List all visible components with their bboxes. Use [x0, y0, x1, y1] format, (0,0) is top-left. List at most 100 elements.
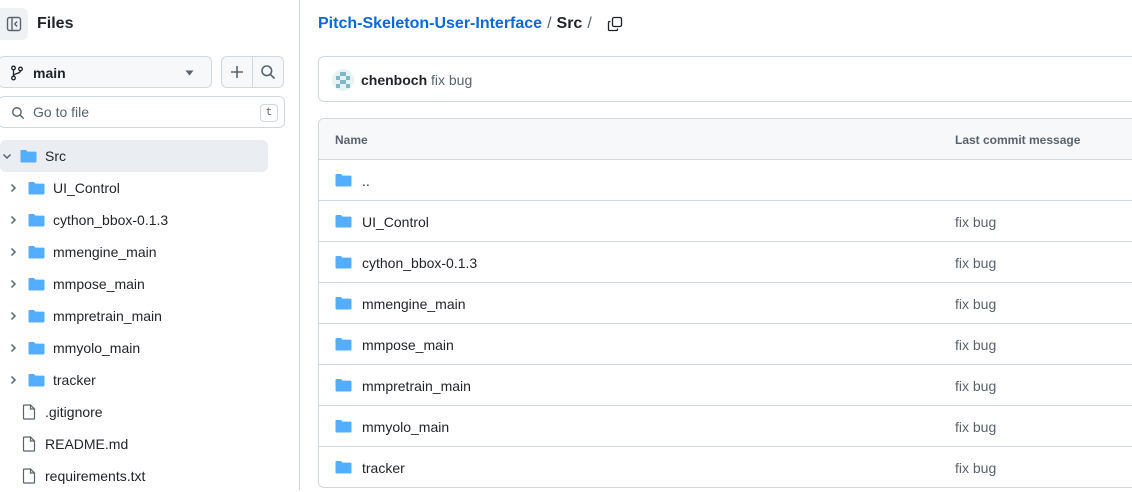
add-file-button[interactable]	[221, 56, 253, 88]
commit-message-link[interactable]: fix bug	[955, 255, 996, 271]
breadcrumb-repo-link[interactable]: Pitch-Skeleton-User-Interface	[318, 15, 542, 33]
latest-commit-box: chenboch fix bug	[318, 56, 1132, 102]
folder-icon	[335, 378, 352, 392]
breadcrumb-separator: /	[587, 15, 592, 32]
file-name-link[interactable]: mmyolo_main	[362, 419, 449, 435]
tree-item-label: mmengine_main	[53, 244, 157, 260]
commit-message-link[interactable]: fix bug	[955, 214, 996, 230]
tree-item-mmyolo-main[interactable]: mmyolo_main	[0, 332, 268, 364]
folder-icon	[28, 213, 45, 227]
chevron-right-icon[interactable]	[7, 214, 19, 226]
tree-item-requirements[interactable]: requirements.txt	[0, 460, 268, 492]
copy-path-button[interactable]	[607, 16, 623, 32]
avatar[interactable]	[332, 69, 354, 91]
chevron-right-icon[interactable]	[7, 278, 19, 290]
breadcrumb-current: Src	[556, 15, 583, 32]
file-tree-sidebar: Files main Go to file t Src UI_Control c…	[0, 0, 300, 490]
folder-icon	[28, 309, 45, 323]
tree-item-label: cython_bbox-0.1.3	[53, 212, 169, 228]
table-row[interactable]: UI_Control fix bug	[319, 201, 1132, 242]
tree-item-label: mmpretrain_main	[53, 308, 162, 324]
tree-item-label: tracker	[53, 372, 96, 388]
search-icon	[260, 64, 276, 80]
go-to-file-field[interactable]: t	[0, 96, 285, 128]
breadcrumb: Pitch-Skeleton-User-Interface / Src /	[318, 15, 623, 33]
column-header-commit-message: Last commit message	[955, 133, 1081, 147]
triangle-down-icon	[185, 70, 194, 76]
tree-item-label: .gitignore	[45, 404, 103, 420]
commit-author-link[interactable]: chenboch	[361, 72, 427, 88]
table-header: Name Last commit message	[319, 119, 1132, 160]
branch-name: main	[33, 65, 66, 81]
breadcrumb-separator: /	[547, 15, 552, 32]
folder-icon	[28, 277, 45, 291]
file-name-link[interactable]: mmpretrain_main	[362, 378, 471, 394]
commit-message-link[interactable]: fix bug	[431, 72, 472, 88]
tree-item-src[interactable]: Src	[0, 140, 268, 172]
tree-item-label: README.md	[45, 436, 129, 452]
go-to-file-input[interactable]	[33, 103, 253, 121]
branch-selector[interactable]: main	[0, 56, 212, 88]
folder-icon	[28, 245, 45, 259]
sidebar-collapse-button[interactable]	[0, 8, 28, 40]
git-branch-icon	[10, 65, 24, 81]
tree-item-mmpose-main[interactable]: mmpose_main	[0, 268, 268, 300]
chevron-right-icon[interactable]	[7, 310, 19, 322]
folder-icon	[28, 373, 45, 387]
folder-icon	[335, 460, 352, 474]
table-row[interactable]: tracker fix bug	[319, 447, 1132, 487]
table-row[interactable]: mmpretrain_main fix bug	[319, 365, 1132, 406]
commit-message-link[interactable]: fix bug	[955, 296, 996, 312]
search-icon	[11, 106, 25, 120]
folder-icon	[335, 337, 352, 351]
file-name-link[interactable]: ..	[362, 173, 370, 189]
tree-item-label: mmyolo_main	[53, 340, 141, 356]
chevron-down-icon[interactable]	[1, 150, 13, 162]
file-name-link[interactable]: cython_bbox-0.1.3	[362, 255, 477, 271]
commit-message-link[interactable]: fix bug	[955, 419, 996, 435]
column-header-name: Name	[335, 133, 368, 147]
folder-icon	[335, 214, 352, 228]
commit-message-link[interactable]: fix bug	[955, 460, 996, 476]
commit-message-link[interactable]: fix bug	[955, 337, 996, 353]
file-name-link[interactable]: mmpose_main	[362, 337, 454, 353]
file-name-link[interactable]: mmengine_main	[362, 296, 466, 312]
tree-item-cython-bbox[interactable]: cython_bbox-0.1.3	[0, 204, 268, 236]
folder-open-icon	[20, 149, 37, 163]
search-code-button[interactable]	[252, 56, 284, 88]
main-content: Pitch-Skeleton-User-Interface / Src / ch…	[300, 0, 1132, 490]
tree-item-mmengine-main[interactable]: mmengine_main	[0, 236, 268, 268]
copy-icon	[607, 16, 623, 32]
chevron-right-icon[interactable]	[7, 342, 19, 354]
sidebar-collapse-icon	[6, 16, 22, 32]
file-name-link[interactable]: tracker	[362, 460, 405, 476]
chevron-right-icon[interactable]	[7, 182, 19, 194]
tree-item-gitignore[interactable]: .gitignore	[0, 396, 268, 428]
folder-icon	[335, 419, 352, 433]
tree-item-label: Src	[45, 148, 66, 164]
folder-icon	[335, 296, 352, 310]
chevron-right-icon[interactable]	[7, 374, 19, 386]
table-row[interactable]: mmengine_main fix bug	[319, 283, 1132, 324]
folder-icon	[335, 255, 352, 269]
tree-item-mmpretrain-main[interactable]: mmpretrain_main	[0, 300, 268, 332]
table-row-parent-directory[interactable]: ..	[319, 160, 1132, 201]
folder-icon	[335, 173, 352, 187]
file-icon	[22, 436, 36, 452]
tree-item-ui-control[interactable]: UI_Control	[0, 172, 268, 204]
file-name-link[interactable]: UI_Control	[362, 214, 429, 230]
tree-item-label: UI_Control	[53, 180, 120, 196]
table-row[interactable]: cython_bbox-0.1.3 fix bug	[319, 242, 1132, 283]
table-row[interactable]: mmyolo_main fix bug	[319, 406, 1132, 447]
file-table: Name Last commit message .. UI_Control f…	[318, 118, 1132, 488]
sidebar-title: Files	[37, 15, 74, 32]
tree-item-label: mmpose_main	[53, 276, 145, 292]
table-row[interactable]: mmpose_main fix bug	[319, 324, 1132, 365]
tree-item-label: requirements.txt	[45, 468, 146, 484]
shortcut-key-hint: t	[260, 104, 278, 122]
folder-icon	[28, 341, 45, 355]
chevron-right-icon[interactable]	[7, 246, 19, 258]
commit-message-link[interactable]: fix bug	[955, 378, 996, 394]
tree-item-tracker[interactable]: tracker	[0, 364, 268, 396]
tree-item-readme[interactable]: README.md	[0, 428, 268, 460]
